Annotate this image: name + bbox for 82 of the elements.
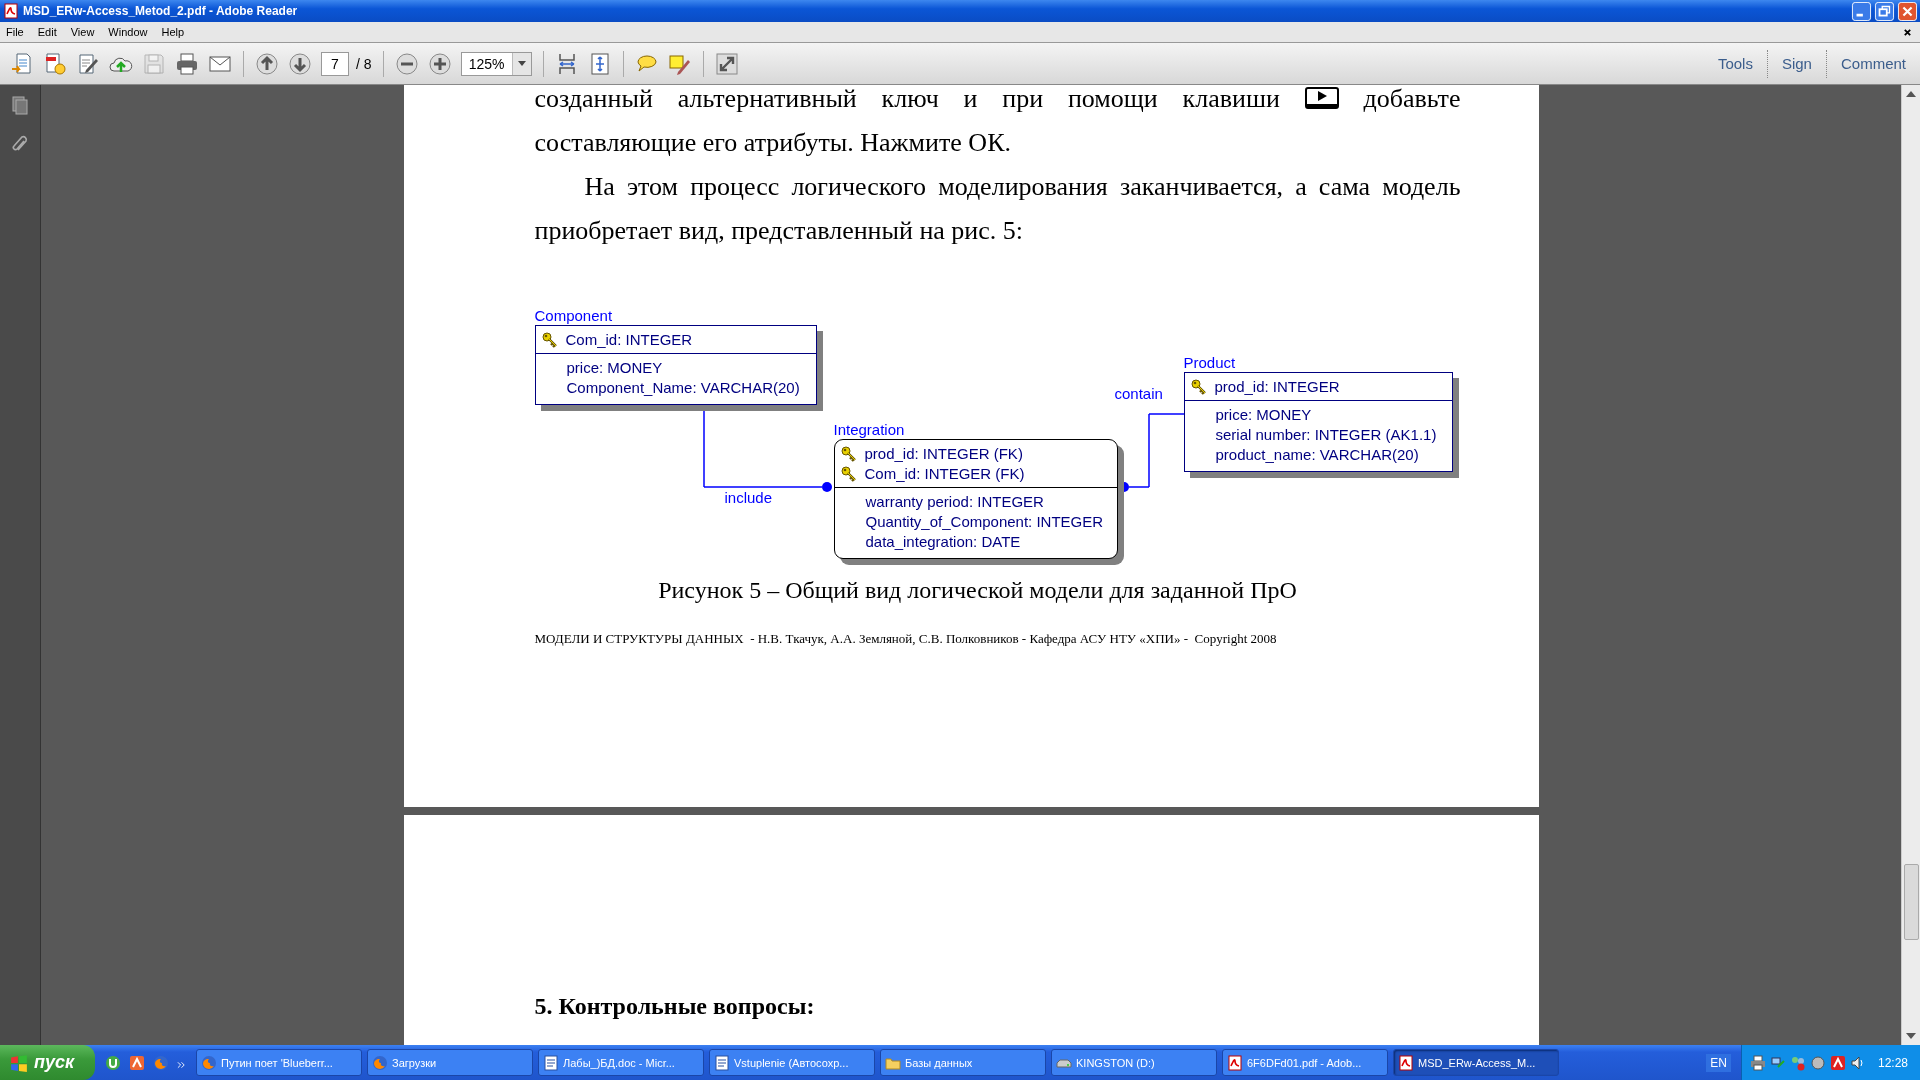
pencil-document-icon[interactable] [76,51,100,76]
key-attribute: Com_id: INTEGER (FK) [864,464,1025,484]
taskbar-button[interactable]: MSD_ERw-Access_M... [1393,1049,1559,1076]
pdf-app-icon [3,3,19,19]
taskbar-button[interactable]: Лабы_)БД.doc - Micr... [538,1049,704,1076]
pages-icon[interactable] [10,95,30,115]
panel-button[interactable]: Sign [1767,55,1826,72]
attribute: serial number: INTEGER (AK1.1) [1215,425,1437,445]
attribute: Quantity_of_Component: INTEGER [865,512,1104,532]
attribute: price: MONEY [566,358,663,378]
scrollbar[interactable] [1901,85,1920,1045]
panel-button[interactable]: Tools [1703,55,1767,72]
page-footer: МОДЕЛИ И СТРУКТУРЫ ДАННЫХ - Н.В. Ткачук, А.А. Земляной, С.В. Полковников - Кафедра АСУ НТУ «ХПИ» - Copyright 2008 [534,631,1461,646]
taskbar-button[interactable]: Путин поет 'Blueberr... [196,1049,362,1076]
menu-item[interactable]: File [6,26,24,38]
page-count: / 8 [356,55,372,72]
restore-icon[interactable] [1874,1,1895,21]
key-attribute: prod_id: INTEGER [1214,377,1340,397]
start-button[interactable]: пуск [0,1045,95,1080]
key-attribute: Com_id: INTEGER [565,330,693,350]
caret-icon [517,61,526,66]
relationship-label: include [724,489,773,507]
speaker-icon[interactable] [1849,1054,1866,1071]
menu-item[interactable]: Window [108,26,148,38]
taskbar-button[interactable]: Vstuplenie (Автосохр... [709,1049,875,1076]
menu-item[interactable]: Help [161,26,185,38]
taskbar-button[interactable]: KINGSTON (D:) [1051,1049,1217,1076]
attribute: data_integration: DATE [865,532,1021,552]
attribute: warranty period: INTEGER [865,492,1044,512]
document-icon [543,1054,559,1071]
zoom-in-icon[interactable] [427,51,452,76]
entity-name: Component [534,307,613,325]
page-number-field[interactable]: 7 [321,51,349,76]
print-icon[interactable] [175,51,199,76]
paragraph: На этом процесс логического моделирования заканчивается, а сама модель приобретает вид, представленный на рис. 5: [534,171,1461,247]
attribute: product_name: VARCHAR(20) [1215,445,1419,465]
taskbar-button[interactable]: Загрузки [367,1049,533,1076]
browser-icon [201,1054,217,1071]
attribute: Component_Name: VARCHAR(20) [566,378,800,398]
menu-item[interactable]: Edit [37,26,57,38]
figure-caption: Рисунок 5 – Общий вид логической модели для заданной ПрО [657,576,1298,605]
connector-dot [821,482,832,492]
section-heading: 5. Контрольные вопросы: [534,992,816,1021]
taskbar-button[interactable]: 6F6DFd01.pdf - Adob... [1222,1049,1388,1076]
menu-item[interactable]: View [70,26,95,38]
browser-icon [372,1054,388,1071]
panel-button[interactable]: Comment [1826,55,1920,72]
windows-flag-icon [10,1053,28,1072]
attribute: price: MONEY [1215,405,1312,425]
pdf-document-icon [1398,1054,1414,1071]
clock: 12:28 [1873,1045,1920,1080]
chevron-icon[interactable] [177,1060,186,1069]
scroll-thumb[interactable] [1904,864,1919,940]
scroll-up-icon[interactable] [1906,91,1916,97]
circle-icon[interactable] [1809,1054,1826,1071]
expand-icon[interactable] [714,51,739,76]
entity-name: Integration [833,421,905,439]
key-icon [541,332,558,348]
zoom-out-icon[interactable] [394,51,419,76]
window-title: MSD_ERw-Access_Metod_2.pdf - Adobe Reader [23,4,299,18]
document-icon [714,1054,730,1071]
taskbar-button[interactable]: Базы данных [880,1049,1046,1076]
browser-icon[interactable] [153,1054,169,1071]
key-icon [840,446,857,462]
printer-icon[interactable] [1749,1054,1766,1071]
minimize-icon[interactable] [1851,1,1872,21]
close-document-icon[interactable] [1903,27,1912,37]
key-icon [1190,379,1207,395]
relationship-label: contain [1114,385,1163,403]
document-arrow-icon[interactable] [10,51,34,76]
arrow-up-icon[interactable] [255,51,279,76]
pdf-document-icon [1227,1054,1243,1071]
close-icon[interactable] [1897,1,1918,21]
scroll-down-icon[interactable] [1906,1033,1916,1039]
entity-name: Product [1183,354,1236,372]
app-icon[interactable] [129,1054,145,1071]
arrow-down-icon[interactable] [288,51,312,76]
key-attribute: prod_id: INTEGER (FK) [864,444,1023,464]
zoom-dropdown[interactable]: 125% [460,51,532,76]
language-indicator[interactable]: EN [1706,1053,1731,1072]
paragraph: созданный альтернативный ключ и при помощи клавиши добавьте составляющие его атрибуты. Нажмите ОК. [534,85,1461,159]
key-icon [840,466,857,482]
